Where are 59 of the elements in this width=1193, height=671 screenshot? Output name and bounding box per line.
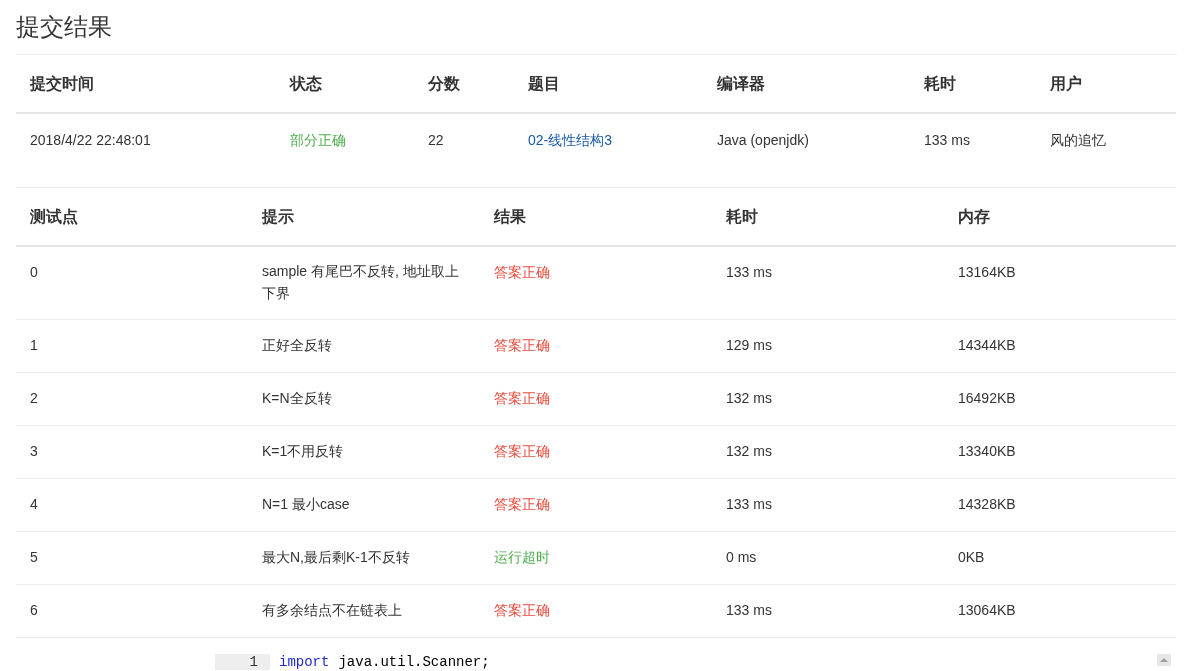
column-header: 耗时 <box>924 74 957 94</box>
column-header: 分数 <box>428 74 461 94</box>
table-cell-text: 133 ms <box>726 496 773 512</box>
column-header: 用户 <box>1050 74 1083 94</box>
table-cell-text: 16492KB <box>958 390 1017 406</box>
result-text: 答案正确 <box>494 602 551 620</box>
table-cell-text: 5 <box>30 549 39 565</box>
result-text: 答案正确 <box>494 496 551 514</box>
table-cell-text: 0 <box>30 264 39 280</box>
table-cell-text: 14328KB <box>958 496 1017 512</box>
table-cell-text: 13340KB <box>958 443 1017 459</box>
status-text: 部分正确 <box>290 132 347 150</box>
table-cell-text: 13164KB <box>958 264 1017 280</box>
table-cell-text: K=N全反转 <box>262 389 332 408</box>
result-text: 答案正确 <box>494 264 551 282</box>
result-text: 答案正确 <box>494 390 551 408</box>
code-token: import <box>279 654 330 670</box>
table-cell-text: K=1不用反转 <box>262 442 344 461</box>
table-cell-text: 132 ms <box>726 443 773 459</box>
table-cell-text: 129 ms <box>726 337 773 353</box>
table-cell-text: 14344KB <box>958 337 1017 353</box>
table-cell-text: N=1 最小case <box>262 495 350 514</box>
table-cell-text: 最大N,最后剩K-1不反转 <box>262 548 410 567</box>
column-header: 耗时 <box>726 207 759 227</box>
column-header: 编译器 <box>717 74 766 94</box>
table-cell-text: 风的追忆 <box>1050 132 1107 150</box>
table-cell-text: Java (openjdk) <box>717 132 810 148</box>
column-header: 题目 <box>528 74 561 94</box>
table-cell-text: 6 <box>30 602 39 618</box>
table-cell-text: sample 有尾巴不反转, 地址取上下界 <box>262 262 460 303</box>
column-header: 状态 <box>290 74 323 94</box>
column-header: 测试点 <box>30 207 79 227</box>
result-text: 答案正确 <box>494 443 551 461</box>
result-text: 答案正确 <box>494 337 551 355</box>
column-header: 提示 <box>262 207 295 227</box>
table-cell-text: 0 ms <box>726 549 758 565</box>
table-cell-text: 133 ms <box>924 132 971 148</box>
table-cell-text: 正好全反转 <box>262 336 332 355</box>
table-cell-text: 1 <box>30 337 39 353</box>
table-cell-text: 0KB <box>958 549 986 565</box>
column-header: 结果 <box>494 207 527 227</box>
column-header: 内存 <box>958 207 991 227</box>
code-token: java.util.Scanner; <box>338 654 490 670</box>
table-cell-text: 22 <box>428 132 445 148</box>
table-cell-text: 有多余结点不在链表上 <box>262 601 402 620</box>
table-cell-text: 133 ms <box>726 264 773 280</box>
table-cell-text: 2018/4/22 22:48:01 <box>30 132 152 148</box>
scroll-up-icon[interactable] <box>1157 654 1171 666</box>
table-cell-text: 3 <box>30 443 39 459</box>
problem-link[interactable]: 02-线性结构3 <box>528 132 613 148</box>
column-header: 提交时间 <box>30 74 95 94</box>
result-text: 运行超时 <box>494 549 551 567</box>
table-cell-text: 132 ms <box>726 390 773 406</box>
table-cell-text: 2 <box>30 390 39 406</box>
page-title: 提交结果 <box>16 0 1177 55</box>
table-cell-text: 4 <box>30 496 39 512</box>
line-number: 1 <box>215 654 270 670</box>
table-cell-text: 13064KB <box>958 602 1017 618</box>
table-cell-text: 133 ms <box>726 602 773 618</box>
